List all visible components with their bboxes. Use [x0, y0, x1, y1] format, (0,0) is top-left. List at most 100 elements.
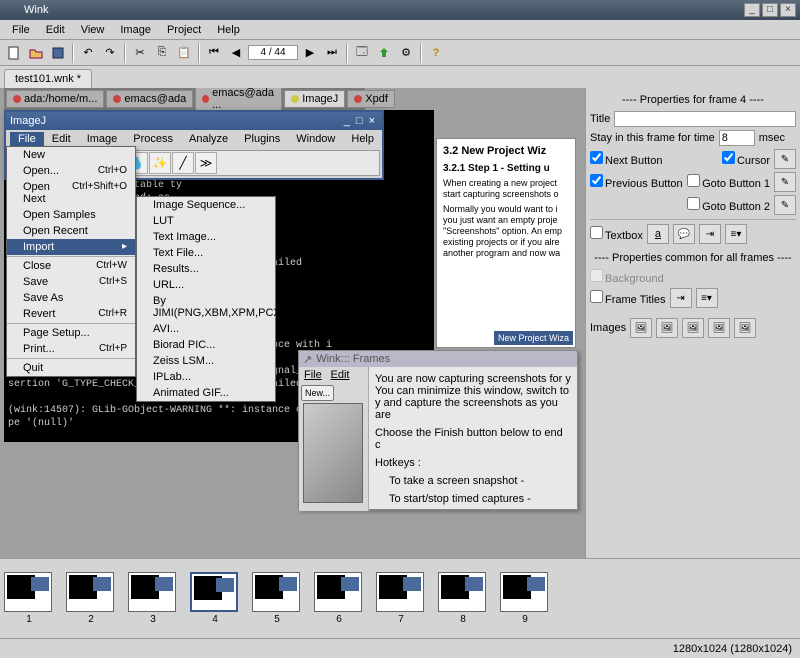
- menu-help[interactable]: Help: [209, 22, 248, 38]
- wf-menu-edit[interactable]: Edit: [328, 369, 353, 381]
- close-icon[interactable]: ×: [369, 115, 375, 127]
- menu-item-quit[interactable]: Quit: [7, 360, 135, 376]
- image-btn-3[interactable]: 🖼: [682, 318, 704, 338]
- goto1-edit-icon[interactable]: ✎: [774, 172, 796, 192]
- more-tools-icon[interactable]: ≫: [195, 152, 217, 174]
- frame-titles-checkbox[interactable]: [590, 290, 603, 303]
- help-icon[interactable]: ?: [426, 43, 446, 63]
- imagej-menu-image[interactable]: Image: [79, 132, 126, 146]
- undo-icon[interactable]: ↶: [78, 43, 98, 63]
- textbox-font-icon[interactable]: a: [647, 224, 669, 244]
- cursor-edit-icon[interactable]: ✎: [774, 149, 796, 169]
- thumbnail[interactable]: 9: [500, 572, 550, 625]
- cut-icon[interactable]: ✂: [130, 43, 150, 63]
- thumbnail[interactable]: 5: [252, 572, 302, 625]
- imagej-menu-plugins[interactable]: Plugins: [236, 132, 288, 146]
- submenu-item[interactable]: Text File...: [137, 245, 275, 261]
- copy-icon[interactable]: ⎘: [152, 43, 172, 63]
- next-icon[interactable]: ▶: [300, 43, 320, 63]
- export-icon[interactable]: [374, 43, 394, 63]
- thumbnail[interactable]: 2: [66, 572, 116, 625]
- goto2-checkbox[interactable]: [687, 197, 700, 210]
- menu-item-import[interactable]: Import▸: [7, 239, 135, 255]
- submenu-item[interactable]: Image Sequence...: [137, 197, 275, 213]
- textbox-list-icon[interactable]: ≡▾: [725, 224, 747, 244]
- menu-item-save-as[interactable]: Save As: [7, 290, 135, 306]
- imagej-menu-window[interactable]: Window: [288, 132, 343, 146]
- document-tab[interactable]: test101.wnk *: [4, 69, 92, 88]
- submenu-item[interactable]: URL...: [137, 277, 275, 293]
- maximize-icon[interactable]: □: [356, 115, 363, 127]
- first-icon[interactable]: ⏮: [204, 43, 224, 63]
- taskbar-item[interactable]: Xpdf: [347, 90, 395, 108]
- ft-align-icon[interactable]: ⇥: [670, 288, 692, 308]
- imagej-menu-file[interactable]: File: [10, 132, 44, 146]
- minimize-icon[interactable]: _: [744, 3, 760, 17]
- taskbar-item[interactable]: ImageJ: [284, 90, 345, 108]
- menu-item-open-samples[interactable]: Open Samples: [7, 207, 135, 223]
- textbox-align-icon[interactable]: ⇥: [699, 224, 721, 244]
- paste-icon[interactable]: 📋: [174, 43, 194, 63]
- thumbnail[interactable]: 1: [4, 572, 54, 625]
- open-icon[interactable]: [26, 43, 46, 63]
- menu-item-open-[interactable]: Open...Ctrl+O: [7, 163, 135, 179]
- prev-button-checkbox[interactable]: [590, 174, 603, 187]
- title-field[interactable]: [614, 111, 796, 127]
- submenu-item[interactable]: AVI...: [137, 321, 275, 337]
- menu-view[interactable]: View: [73, 22, 113, 38]
- image-btn-5[interactable]: 🖼: [734, 318, 756, 338]
- wf-menu-file[interactable]: File: [301, 369, 325, 381]
- taskbar-item[interactable]: emacs@ada: [106, 90, 193, 108]
- wand-icon[interactable]: ✨: [149, 152, 171, 174]
- submenu-item[interactable]: By JIMI(PNG,XBM,XPM,PCX,PSD)...: [137, 293, 275, 321]
- submenu-item[interactable]: LUT: [137, 213, 275, 229]
- textbox-checkbox[interactable]: [590, 226, 603, 239]
- maximize-icon[interactable]: □: [762, 3, 778, 17]
- submenu-item[interactable]: Text Image...: [137, 229, 275, 245]
- menu-image[interactable]: Image: [112, 22, 159, 38]
- thumbnail[interactable]: 7: [376, 572, 426, 625]
- wizard-icon[interactable]: 🗔: [352, 43, 372, 63]
- menu-file[interactable]: File: [4, 22, 38, 38]
- prev-icon[interactable]: ◀: [226, 43, 246, 63]
- imagej-menu-help[interactable]: Help: [343, 132, 382, 146]
- minimize-icon[interactable]: _: [344, 115, 350, 127]
- imagej-menu-process[interactable]: Process: [125, 132, 181, 146]
- imagej-menu-edit[interactable]: Edit: [44, 132, 79, 146]
- cursor-checkbox[interactable]: [722, 151, 735, 164]
- redo-icon[interactable]: ↷: [100, 43, 120, 63]
- menu-item-new[interactable]: New: [7, 147, 135, 163]
- new-project-wizard-button[interactable]: New Project Wiza: [494, 331, 573, 345]
- submenu-item[interactable]: Zeiss LSM...: [137, 353, 275, 369]
- menu-item-open-next[interactable]: Open NextCtrl+Shift+O: [7, 179, 135, 207]
- goto1-checkbox[interactable]: [687, 174, 700, 187]
- submenu-item[interactable]: IPLab...: [137, 369, 275, 385]
- submenu-item[interactable]: Results...: [137, 261, 275, 277]
- new-icon[interactable]: [4, 43, 24, 63]
- line-tool-icon[interactable]: ╱: [172, 152, 194, 174]
- ft-list-icon[interactable]: ≡▾: [696, 288, 718, 308]
- save-icon[interactable]: [48, 43, 68, 63]
- menu-item-print-[interactable]: Print...Ctrl+P: [7, 341, 135, 357]
- image-btn-1[interactable]: 🖼: [630, 318, 652, 338]
- thumbnail[interactable]: 3: [128, 572, 178, 625]
- submenu-item[interactable]: Animated GIF...: [137, 385, 275, 401]
- menu-item-revert[interactable]: RevertCtrl+R: [7, 306, 135, 322]
- menu-item-open-recent[interactable]: Open Recent: [7, 223, 135, 239]
- image-btn-2[interactable]: 🖼: [656, 318, 678, 338]
- imagej-menu-analyze[interactable]: Analyze: [181, 132, 236, 146]
- menu-item-close[interactable]: CloseCtrl+W: [7, 258, 135, 274]
- thumbnail[interactable]: 6: [314, 572, 364, 625]
- next-button-checkbox[interactable]: [590, 151, 603, 164]
- new-button[interactable]: New...: [301, 385, 334, 401]
- menu-project[interactable]: Project: [159, 22, 209, 38]
- textbox-callout-icon[interactable]: 💬: [673, 224, 695, 244]
- menu-edit[interactable]: Edit: [38, 22, 73, 38]
- taskbar-item[interactable]: ada:/home/m...: [6, 90, 104, 108]
- last-icon[interactable]: ⏭: [322, 43, 342, 63]
- close-icon[interactable]: ×: [780, 3, 796, 17]
- frame-counter[interactable]: [248, 45, 298, 60]
- stay-time-field[interactable]: [719, 130, 755, 146]
- menu-item-page-setup-[interactable]: Page Setup...: [7, 325, 135, 341]
- submenu-item[interactable]: Biorad PIC...: [137, 337, 275, 353]
